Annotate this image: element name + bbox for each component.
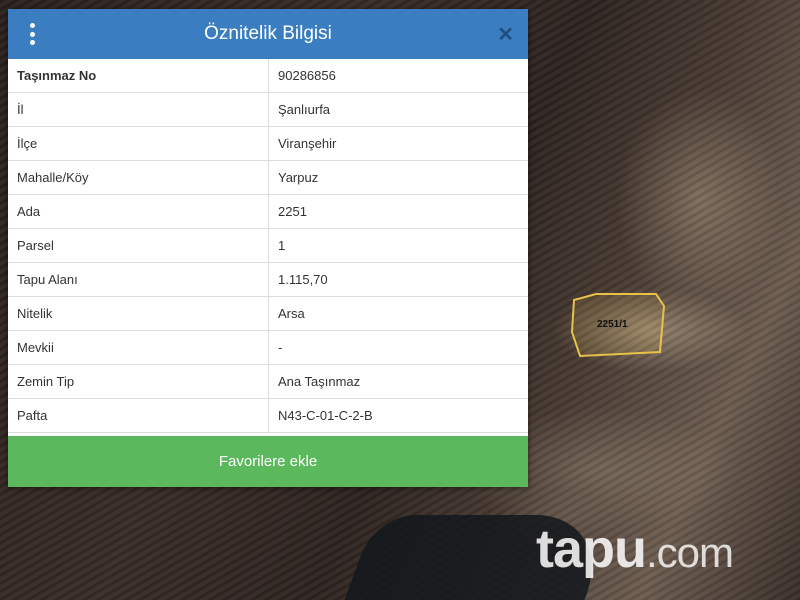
attribute-value: - [268, 330, 528, 365]
attribute-label: Tapu Alanı [8, 262, 269, 297]
table-row: Taşınmaz No 90286856 [8, 59, 528, 93]
table-row: Pafta N43-C-01-C-2-B [8, 398, 528, 433]
attribute-value: Şanlıurfa [268, 92, 528, 127]
attribute-value: 90286856 [268, 59, 528, 93]
attribute-table: Taşınmaz No 90286856 İl Şanlıurfa İlçe Viranş… [8, 59, 528, 433]
table-row: Tapu Alanı 1.115,70 [8, 262, 528, 297]
close-icon[interactable]: ✕ [497, 22, 514, 47]
kebab-menu-icon[interactable] [28, 23, 36, 45]
dialog-title: Öznitelik Bilgisi [204, 23, 332, 44]
watermark-main: tapu [536, 519, 647, 579]
attribute-label: Pafta [8, 398, 269, 433]
attribute-value: 1.115,70 [268, 262, 528, 297]
attribute-value: Viranşehir [268, 126, 528, 161]
attribute-label: Parsel [8, 228, 269, 263]
attribute-value: 2251 [268, 194, 528, 229]
table-row: Zemin Tip Ana Taşınmaz [8, 364, 528, 399]
attribute-label: Zemin Tip [8, 364, 269, 399]
table-row: Parsel 1 [8, 228, 528, 263]
add-to-favorites-button[interactable]: Favorilere ekle [8, 436, 528, 487]
attribute-label: Mevkii [8, 330, 269, 365]
watermark-suffix: .com [646, 529, 734, 576]
attribute-value: N43-C-01-C-2-B [268, 398, 528, 433]
tapu-watermark-logo: tapu.com [536, 518, 734, 580]
table-row: İl Şanlıurfa [8, 92, 528, 127]
table-row: İlçe Viranşehir [8, 126, 528, 161]
table-row: Mahalle/Köy Yarpuz [8, 160, 528, 195]
attribute-value: Yarpuz [268, 160, 528, 195]
dialog-header: Öznitelik Bilgisi ✕ [8, 9, 528, 59]
table-row: Mevkii - [8, 330, 528, 365]
table-row: Ada 2251 [8, 194, 528, 229]
attribute-label: Mahalle/Köy [8, 160, 269, 195]
table-row: Nitelik Arsa [8, 296, 528, 331]
attribute-info-dialog: Öznitelik Bilgisi ✕ Taşınmaz No 90286856 İ… [8, 9, 528, 487]
attribute-value: Arsa [268, 296, 528, 331]
parcel-label: 2251/1 [597, 319, 628, 330]
attribute-label: Nitelik [8, 296, 269, 331]
attribute-value: Ana Taşınmaz [268, 364, 528, 399]
attribute-label: Ada [8, 194, 269, 229]
attribute-label: Taşınmaz No [8, 59, 269, 93]
attribute-value: 1 [268, 228, 528, 263]
attribute-label: İlçe [8, 126, 269, 161]
attribute-label: İl [8, 92, 269, 127]
